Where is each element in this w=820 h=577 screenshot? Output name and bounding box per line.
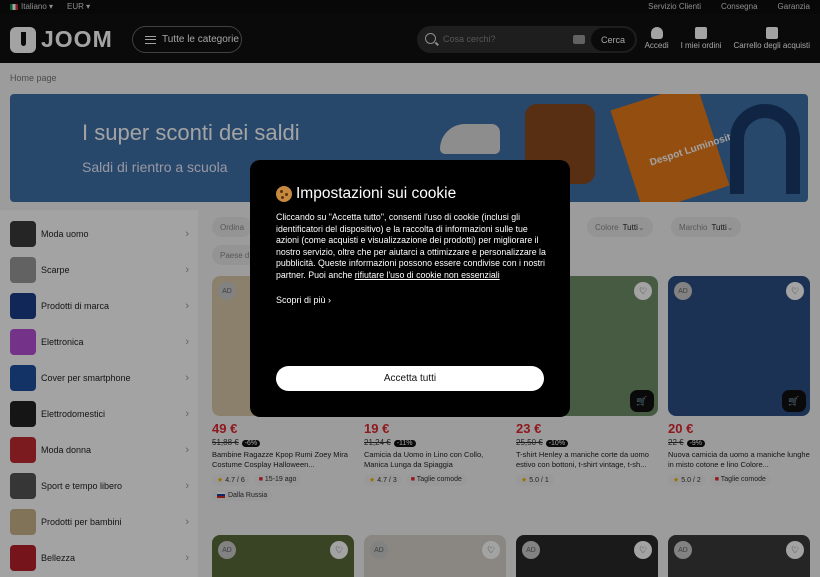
reject-cookies-link[interactable]: rifiutare l'uso di cookie non essenziali [355, 270, 500, 280]
cookie-icon [276, 186, 292, 202]
chevron-right-icon: › [328, 295, 332, 305]
dialog-title: Impostazioni sui cookie [276, 185, 456, 203]
accept-all-button[interactable]: Accetta tutti [276, 366, 544, 391]
cookie-settings-dialog: Impostazioni sui cookie Cliccando su "Ac… [250, 160, 570, 417]
cookie-description: Cliccando su "Accetta tutto", consenti l… [276, 212, 546, 280]
learn-more-link[interactable]: Scopri di più › [276, 295, 331, 305]
